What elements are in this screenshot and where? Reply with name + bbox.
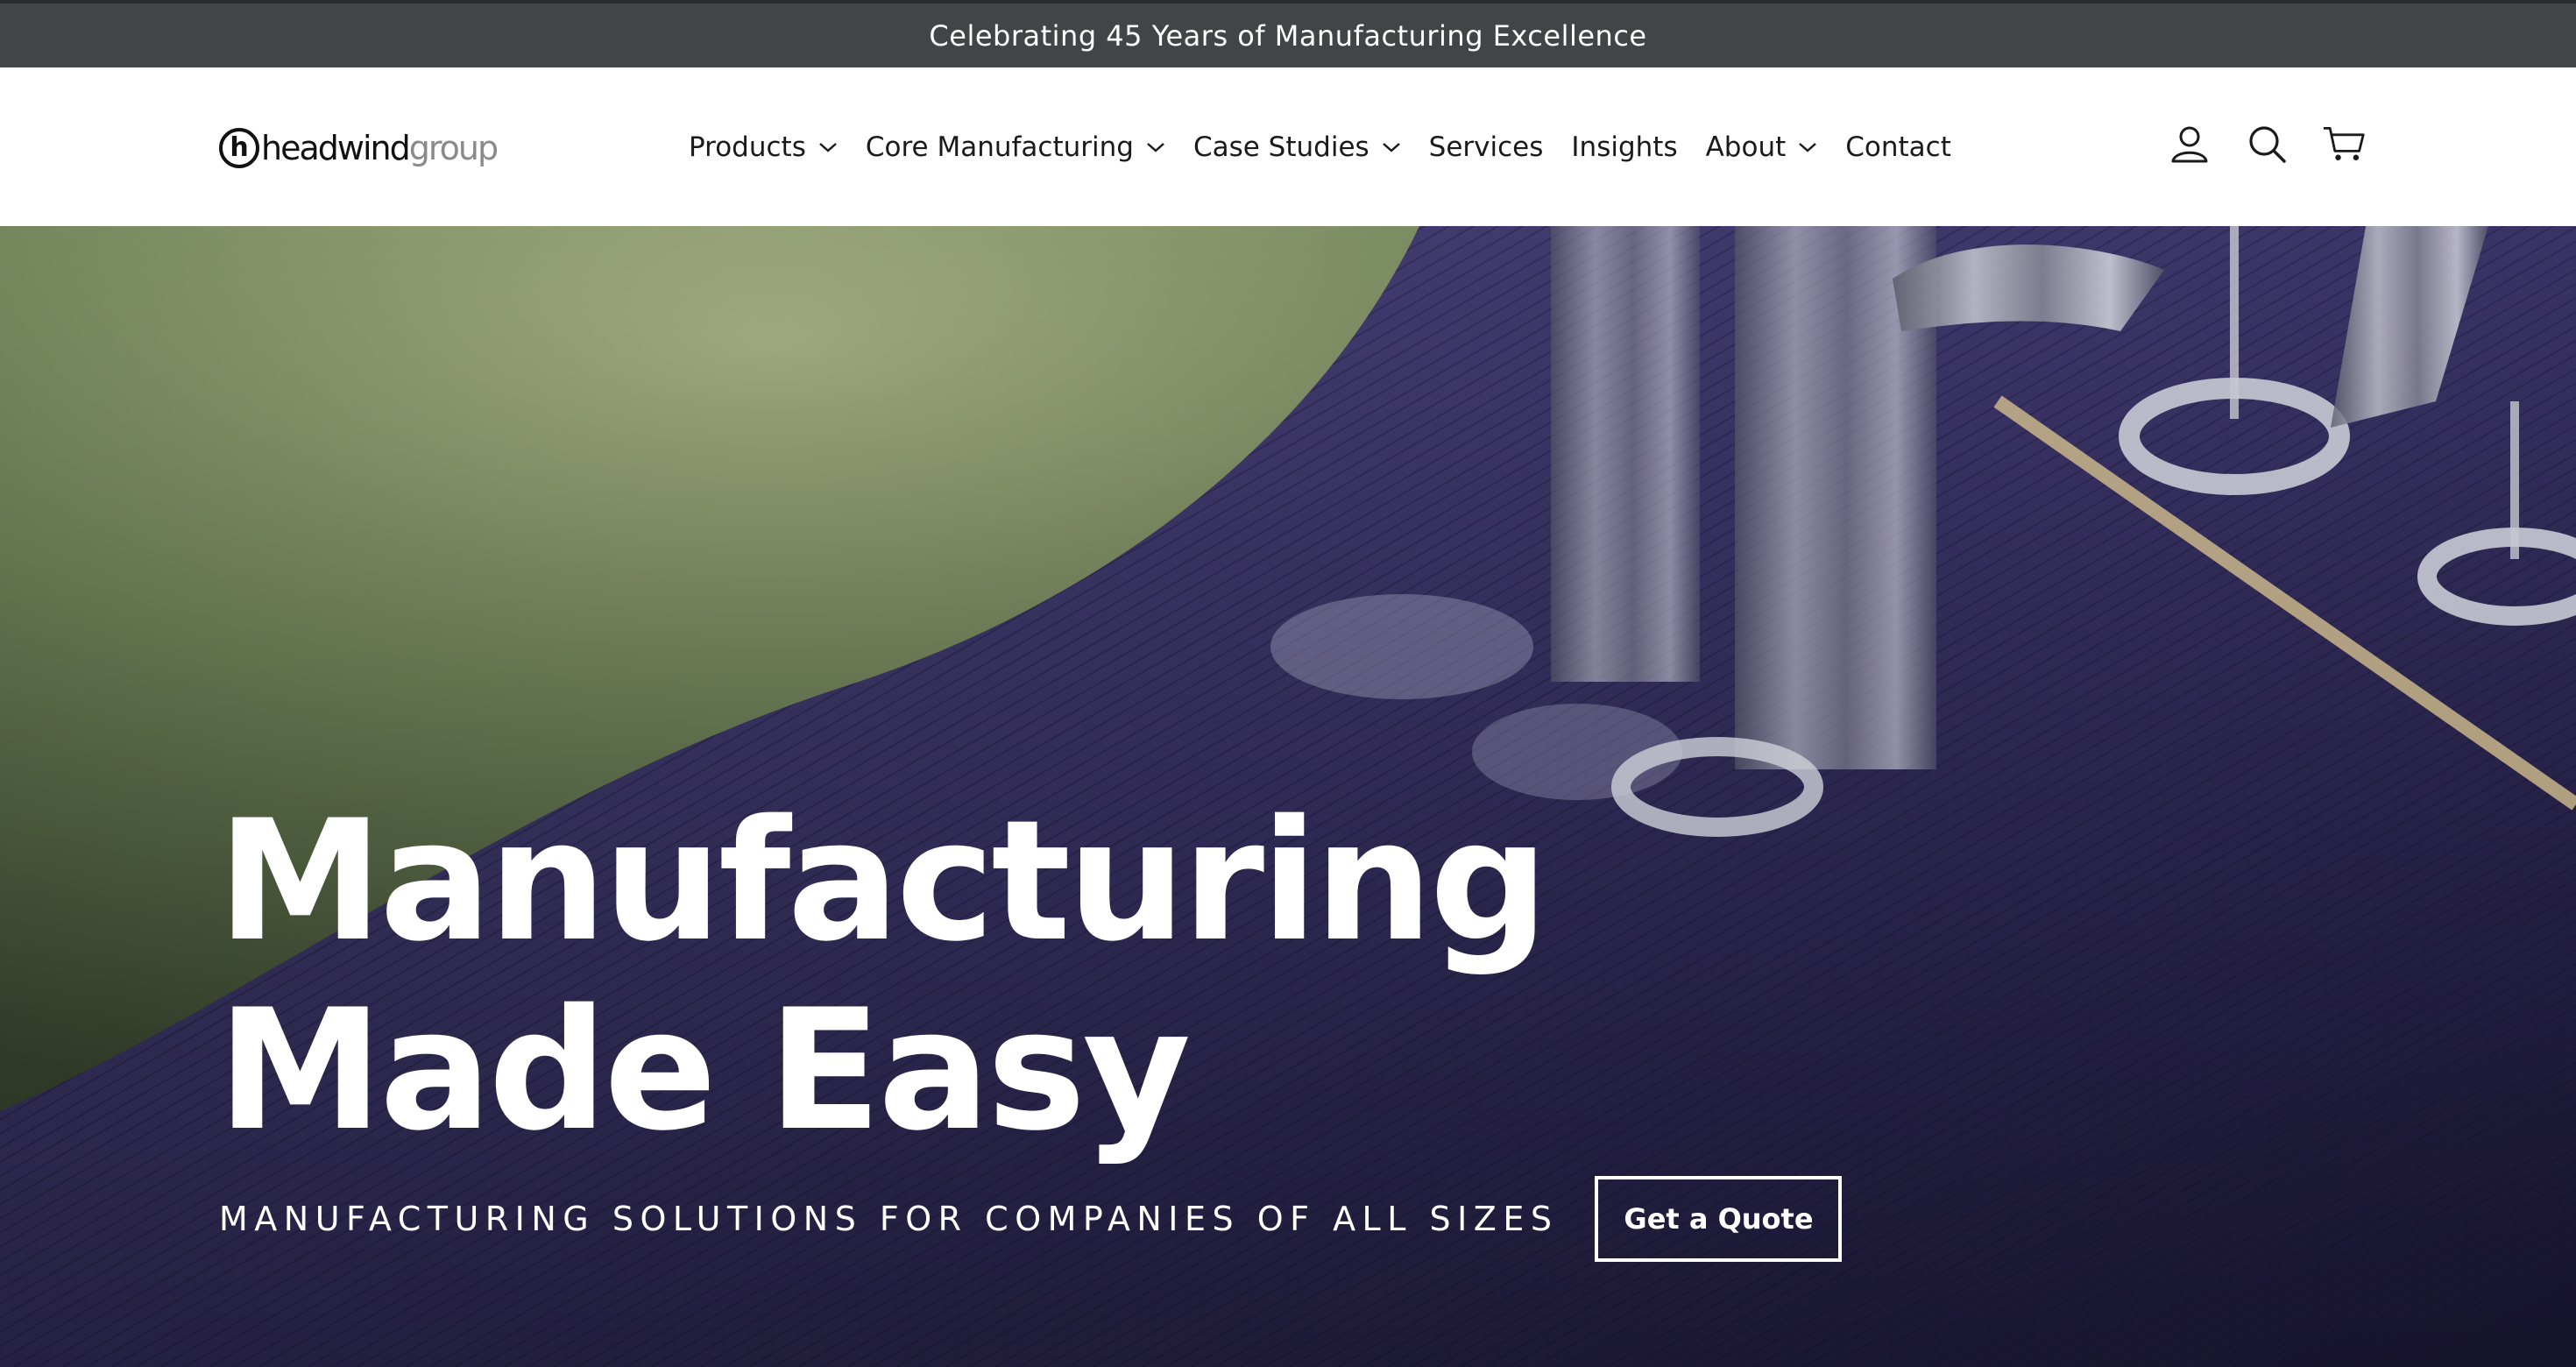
- page: Celebrating 45 Years of Manufacturing Ex…: [0, 0, 2576, 1367]
- nav-item-core-manufacturing[interactable]: Core Manufacturing: [866, 131, 1165, 163]
- announcement-text: Celebrating 45 Years of Manufacturing Ex…: [929, 18, 1647, 53]
- announcement-bar: Celebrating 45 Years of Manufacturing Ex…: [0, 0, 2576, 67]
- logo-text-primary: headwind: [261, 129, 411, 167]
- header-icons: [2134, 122, 2366, 166]
- hero-subtitle-row: MANUFACTURING SOLUTIONS FOR COMPANIES OF…: [219, 1176, 1843, 1262]
- nav-item-case-studies[interactable]: Case Studies: [1193, 131, 1401, 163]
- nav-item-about[interactable]: About: [1706, 131, 1818, 163]
- logo-mark-icon: h: [219, 128, 259, 168]
- hero-title-line1: Manufacturing: [217, 784, 1548, 978]
- nav-item-services[interactable]: Services: [1429, 131, 1544, 163]
- chevron-down-icon: [1799, 142, 1817, 152]
- hero-title-line2: Made Easy: [217, 974, 1191, 1167]
- hero-title: Manufacturing Made Easy: [217, 784, 1548, 1167]
- account-icon[interactable]: [2168, 122, 2212, 166]
- chevron-down-icon: [1382, 142, 1400, 152]
- nav-item-contact[interactable]: Contact: [1845, 131, 1951, 163]
- search-icon[interactable]: [2245, 122, 2289, 166]
- logo-text-secondary: group: [408, 129, 499, 167]
- cart-icon[interactable]: [2322, 122, 2366, 166]
- chevron-down-icon: [1147, 142, 1164, 152]
- hero-section: Manufacturing Made Easy MANUFACTURING SO…: [0, 226, 2576, 1367]
- nav-item-products[interactable]: Products: [689, 131, 838, 163]
- main-nav: Products Core Manufacturing Case Studies…: [689, 67, 1979, 226]
- logo[interactable]: h headwind group: [219, 125, 499, 171]
- chevron-down-icon: [819, 142, 837, 152]
- site-header: h headwind group Products Core Manufactur…: [0, 67, 2576, 226]
- get-a-quote-button[interactable]: Get a Quote: [1595, 1176, 1843, 1262]
- hero-subtitle: MANUFACTURING SOLUTIONS FOR COMPANIES OF…: [219, 1200, 1559, 1238]
- nav-item-insights[interactable]: Insights: [1571, 131, 1677, 163]
